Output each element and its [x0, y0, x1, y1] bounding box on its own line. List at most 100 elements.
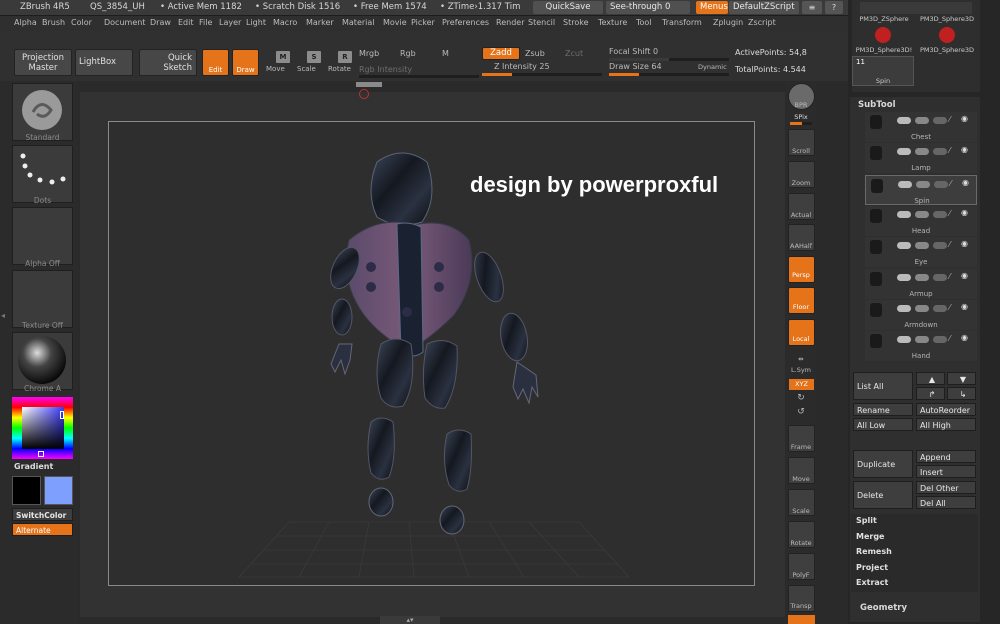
- eye-icon[interactable]: ◉: [961, 208, 968, 217]
- append-button[interactable]: Append: [916, 450, 976, 463]
- move-up-step-icon[interactable]: ↱: [916, 387, 945, 400]
- quick-sketch-button[interactable]: Quick Sketch: [139, 49, 197, 76]
- robot-armup-right[interactable]: [469, 248, 509, 305]
- geometry-panel-title[interactable]: Geometry: [860, 603, 907, 613]
- subtool-eye[interactable]: ⁄ ◉ Eye: [865, 237, 977, 267]
- eye-icon[interactable]: ◉: [961, 145, 968, 154]
- xyz-button[interactable]: XYZ: [789, 379, 814, 390]
- menu-stroke[interactable]: Stroke: [563, 18, 589, 27]
- menu-texture[interactable]: Texture: [598, 18, 627, 27]
- subtool-toggle-icon[interactable]: [897, 305, 911, 312]
- remesh-button[interactable]: Remesh: [856, 547, 892, 556]
- secondary-color-swatch[interactable]: [44, 476, 73, 505]
- eye-icon[interactable]: ◉: [961, 333, 968, 342]
- alpha-tile[interactable]: [12, 207, 73, 265]
- robot-shin-left[interactable]: [367, 417, 395, 480]
- draw-size-slider[interactable]: [609, 73, 729, 76]
- merge-button[interactable]: Merge: [856, 532, 884, 541]
- duplicate-button[interactable]: Duplicate: [853, 450, 913, 478]
- ghost-button[interactable]: [788, 615, 815, 624]
- subtool-toggle-icon[interactable]: [915, 242, 929, 249]
- robot-thigh-left[interactable]: [376, 338, 414, 408]
- draw-button[interactable]: Draw: [232, 49, 259, 76]
- subtool-toggle-icon[interactable]: [915, 305, 929, 312]
- menu-marker[interactable]: Marker: [306, 18, 334, 27]
- menu-alpha[interactable]: Alpha: [14, 18, 37, 27]
- eye-icon[interactable]: ◉: [961, 271, 968, 280]
- subtool-toggle-icon[interactable]: [933, 274, 947, 281]
- subtool-toggle-icon[interactable]: [898, 181, 912, 188]
- z-intensity-slider[interactable]: [482, 73, 602, 76]
- brush-icon[interactable]: ⁄: [949, 209, 950, 218]
- rotate-icon[interactable]: R: [338, 51, 352, 63]
- lsym-icon[interactable]: ⇹: [786, 355, 816, 363]
- split-button[interactable]: Split: [856, 516, 877, 525]
- robot-head[interactable]: [370, 152, 433, 226]
- menus-button[interactable]: Menus: [696, 1, 728, 14]
- menu-edit[interactable]: Edit: [178, 18, 194, 27]
- menu-zplugin[interactable]: Zplugin: [713, 18, 743, 27]
- focal-shift-slider[interactable]: [609, 58, 729, 61]
- eye-icon[interactable]: ◉: [961, 239, 968, 248]
- sphere3d-icon[interactable]: [938, 26, 956, 44]
- edit-button[interactable]: Edit: [202, 49, 229, 76]
- robot-foot-right[interactable]: [439, 505, 465, 535]
- robot-hand-right[interactable]: [512, 361, 539, 405]
- del-other-button[interactable]: Del Other: [916, 481, 976, 494]
- del-all-button[interactable]: Del All: [916, 496, 976, 509]
- eye-icon[interactable]: ◉: [962, 178, 969, 187]
- brush-icon[interactable]: ⁄: [949, 334, 950, 343]
- tool-palette-buttons[interactable]: [860, 2, 972, 14]
- zadd-button[interactable]: Zadd: [482, 47, 520, 60]
- all-low-button[interactable]: All Low: [853, 418, 913, 431]
- brush-icon[interactable]: ⁄: [949, 272, 950, 281]
- main-color-swatch[interactable]: [12, 476, 41, 505]
- color-picker[interactable]: [12, 397, 73, 459]
- move-up-icon[interactable]: ▲: [916, 372, 945, 385]
- subtool-toggle-icon[interactable]: [915, 336, 929, 343]
- tray-collapse-icon[interactable]: ◂: [1, 311, 5, 320]
- subtool-toggle-icon[interactable]: [897, 117, 911, 124]
- mrgb-button[interactable]: Mrgb: [359, 49, 379, 58]
- robot-foot-left[interactable]: [368, 487, 394, 517]
- subtool-toggle-icon[interactable]: [897, 274, 911, 281]
- menu-draw[interactable]: Draw: [150, 18, 171, 27]
- subtool-toggle-icon[interactable]: [915, 117, 929, 124]
- menu-zscript[interactable]: Zscript: [748, 18, 776, 27]
- brush-icon[interactable]: ⁄: [950, 179, 951, 188]
- subtool-toggle-icon[interactable]: [897, 336, 911, 343]
- subtool-toggle-icon[interactable]: [933, 336, 947, 343]
- gradient-button[interactable]: Gradient: [14, 462, 53, 471]
- robot-model-view[interactable]: design by powerproxful: [109, 122, 754, 585]
- move-down-icon[interactable]: ▼: [947, 372, 976, 385]
- subtool-hand[interactable]: ⁄ ◉ Hand: [865, 331, 977, 361]
- list-all-button[interactable]: List All: [853, 372, 913, 400]
- move-icon[interactable]: M: [276, 51, 290, 63]
- menu-color[interactable]: Color: [71, 18, 92, 27]
- move-down-step-icon[interactable]: ↳: [947, 387, 976, 400]
- menu-picker[interactable]: Picker: [411, 18, 435, 27]
- subtool-toggle-icon[interactable]: [915, 274, 929, 281]
- hue-cursor[interactable]: [60, 411, 64, 419]
- robot-spine[interactable]: [396, 222, 424, 357]
- canvas-bottom-handle[interactable]: ▴▾: [380, 616, 440, 624]
- menu-brush[interactable]: Brush: [42, 18, 65, 27]
- spix-slider[interactable]: [790, 122, 812, 125]
- robot-armdown-left[interactable]: [331, 298, 353, 336]
- zsub-button[interactable]: Zsub: [525, 49, 545, 58]
- menu-render[interactable]: Render: [496, 18, 524, 27]
- color-cursor[interactable]: [38, 451, 44, 457]
- subtool-armup[interactable]: ⁄ ◉ Armup: [865, 269, 977, 299]
- brush-icon[interactable]: ⁄: [949, 303, 950, 312]
- subtool-chest[interactable]: ⁄ ◉ Chest: [865, 112, 977, 142]
- spin-tool-thumb[interactable]: 11 Spin: [852, 56, 914, 86]
- quicksave-button[interactable]: QuickSave: [533, 1, 603, 14]
- menu-material[interactable]: Material: [342, 18, 375, 27]
- rgb-intensity-slider[interactable]: [359, 75, 479, 78]
- subtool-toggle-icon[interactable]: [933, 305, 947, 312]
- project-button[interactable]: Project: [856, 563, 888, 572]
- switchcolor-button[interactable]: SwitchColor: [12, 508, 73, 521]
- material-tile[interactable]: [12, 332, 73, 390]
- alternate-button[interactable]: Alternate: [12, 523, 73, 536]
- rotate-z-icon[interactable]: ↺: [786, 407, 816, 417]
